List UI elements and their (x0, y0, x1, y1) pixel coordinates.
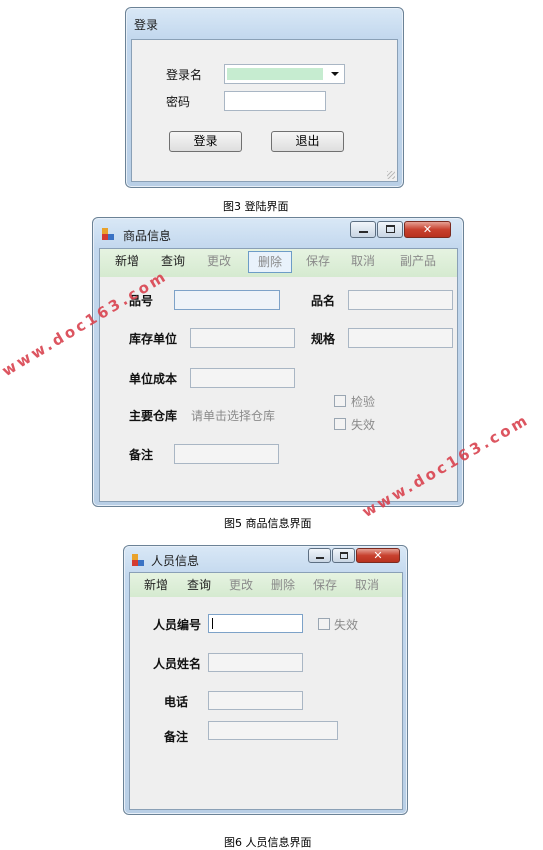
invalid-checkbox[interactable] (318, 618, 330, 630)
minimize-icon (359, 231, 368, 233)
login-window-title: 登录 (134, 18, 159, 32)
close-button[interactable]: ✕ (356, 548, 400, 563)
warehouse-hint[interactable]: 请单击选择仓库 (191, 407, 275, 424)
unit-cost-label: 单位成本 (129, 372, 178, 386)
product-name-input[interactable] (348, 290, 453, 310)
person-window: 人员信息 ✕ 新增 查询 更改 删除 保存 取消 人员编号 失效 人员姓名 电话… (123, 545, 408, 815)
minimize-button[interactable] (308, 548, 331, 563)
maximize-icon (386, 225, 395, 233)
person-caption: 图6 人员信息界面 (224, 836, 312, 849)
product-code-input[interactable] (174, 290, 280, 310)
stock-unit-label: 库存单位 (129, 332, 178, 346)
person-id-input[interactable] (208, 614, 303, 633)
chevron-down-icon[interactable] (331, 72, 339, 76)
username-label: 登录名 (166, 68, 203, 82)
person-id-label: 人员编号 (153, 618, 202, 632)
spec-label: 规格 (311, 332, 336, 346)
toolbar-add[interactable]: 新增 (112, 249, 142, 273)
inspect-checkbox[interactable] (334, 395, 346, 407)
login-caption: 图3 登陆界面 (223, 200, 289, 213)
person-name-input[interactable] (208, 653, 303, 672)
toolbar-query[interactable]: 查询 (185, 573, 213, 597)
toolbar-delete[interactable]: 删除 (269, 573, 297, 597)
inspect-checkbox-label: 检验 (351, 395, 376, 409)
remark-input[interactable] (208, 721, 338, 740)
invalid-checkbox-label: 失效 (351, 418, 376, 432)
exit-button[interactable]: 退出 (271, 131, 344, 152)
toolbar-edit[interactable]: 更改 (204, 249, 234, 273)
person-window-title: 人员信息 (151, 554, 200, 568)
login-client-area: 登录名 密码 登录 退出 (131, 39, 398, 182)
invalid-checkbox[interactable] (334, 418, 346, 430)
text-cursor (212, 618, 213, 629)
toolbar-save[interactable]: 保存 (303, 249, 333, 273)
username-combobox[interactable] (224, 64, 345, 84)
maximize-button[interactable] (377, 221, 403, 238)
login-button[interactable]: 登录 (169, 131, 242, 152)
remark-label: 备注 (164, 730, 189, 744)
resize-grip-icon[interactable] (387, 171, 395, 179)
person-name-label: 人员姓名 (153, 657, 202, 671)
toolbar-cancel[interactable]: 取消 (353, 573, 381, 597)
remark-label: 备注 (129, 448, 154, 462)
password-input[interactable] (224, 91, 326, 111)
username-combobox-value (227, 68, 323, 80)
close-icon: ✕ (373, 549, 383, 562)
toolbar-delete[interactable]: 删除 (248, 251, 292, 273)
unit-cost-input[interactable] (190, 368, 295, 388)
app-icon (102, 228, 114, 240)
person-client-area: 新增 查询 更改 删除 保存 取消 人员编号 失效 人员姓名 电话 备注 (129, 572, 403, 810)
person-toolbar: 新增 查询 更改 删除 保存 取消 (130, 573, 402, 597)
phone-label: 电话 (164, 695, 189, 709)
stock-unit-input[interactable] (190, 328, 295, 348)
product-caption: 图5 商品信息界面 (224, 517, 312, 530)
toolbar-save[interactable]: 保存 (311, 573, 339, 597)
product-name-label: 品名 (311, 294, 336, 308)
toolbar-add[interactable]: 新增 (142, 573, 170, 597)
spec-input[interactable] (348, 328, 453, 348)
minimize-button[interactable] (350, 221, 376, 238)
invalid-checkbox-label: 失效 (334, 618, 359, 632)
close-icon: ✕ (422, 223, 433, 236)
password-label: 密码 (166, 95, 191, 109)
maximize-button[interactable] (332, 548, 355, 563)
warehouse-label: 主要仓库 (129, 409, 178, 423)
toolbar-cancel[interactable]: 取消 (348, 249, 378, 273)
login-window: 登录 登录名 密码 登录 退出 (125, 7, 404, 188)
app-icon (132, 554, 144, 566)
product-window: 商品信息 ✕ 新增 查询 更改 删除 保存 取消 副产品 品号 品名 库存单位 … (92, 217, 464, 507)
product-window-title: 商品信息 (123, 229, 172, 243)
minimize-icon (316, 557, 324, 559)
maximize-icon (340, 552, 348, 559)
phone-input[interactable] (208, 691, 303, 710)
close-button[interactable]: ✕ (404, 221, 451, 238)
toolbar-by-product[interactable]: 副产品 (396, 249, 440, 273)
remark-input[interactable] (174, 444, 279, 464)
toolbar-edit[interactable]: 更改 (227, 573, 255, 597)
